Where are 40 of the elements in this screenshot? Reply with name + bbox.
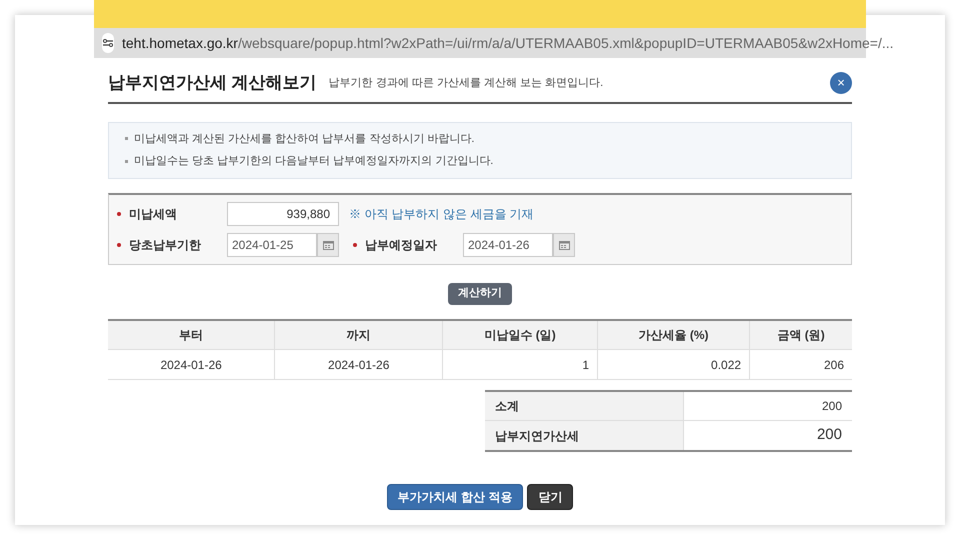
action-button[interactable]: 부가가치세 합산 적용: [386, 484, 524, 510]
site-info-icon[interactable]: [102, 33, 114, 53]
required-mark-icon: [117, 212, 121, 216]
bullet-icon: [125, 160, 128, 163]
url-text[interactable]: teht.hometax.go.kr/websquare/popup.html?w2xPath=/ui/rm/a/a/UTERMAAB05.xml&popupID=UTERMAAB05&w2xHome=/...: [122, 32, 894, 54]
column-header: 가산세율 (%): [598, 320, 750, 350]
popup-title: 납부지연가산세 계산해보기: [108, 72, 317, 94]
calculate-button[interactable]: 계산하기: [448, 282, 512, 304]
required-mark-icon: [117, 242, 121, 246]
summary-value: 200: [683, 421, 852, 450]
hint-text: ※ 아직 납부하지 않은 세금을 기재: [349, 206, 534, 222]
column-header: 부터: [108, 320, 275, 350]
close-button[interactable]: ×: [830, 72, 852, 94]
action-button[interactable]: 닫기: [527, 484, 574, 510]
summary-label: 소계: [485, 392, 683, 420]
field-label: 납부예정일자: [365, 236, 438, 254]
column-header: 미납일수 (일): [442, 320, 598, 350]
column-header: 금액 (원): [750, 320, 852, 350]
calendar-button[interactable]: [317, 232, 339, 256]
table-cell: 1: [442, 350, 598, 380]
notice-text: 미납일수는 당초 납부기한의 다음날부터 납부예정일자까지의 기간입니다.: [134, 154, 494, 169]
date-field[interactable]: 2024-01-25: [227, 232, 317, 256]
column-header: 까지: [274, 320, 443, 350]
bullet-icon: [125, 137, 128, 140]
table-cell: 206: [750, 350, 852, 380]
calendar-icon: [558, 240, 570, 250]
date-field[interactable]: 2024-01-26: [463, 232, 553, 256]
table-cell: 2024-01-26: [274, 350, 443, 380]
unpaid-amount-field[interactable]: 939,880: [227, 202, 339, 226]
calendar-button[interactable]: [553, 232, 575, 256]
table-cell: 0.022: [598, 350, 750, 380]
required-mark-icon: [353, 242, 357, 246]
notice-text: 미납세액과 계산된 가산세를 합산하여 납부서를 작성하시기 바랍니다.: [134, 132, 474, 146]
table-cell: 2024-01-26: [108, 350, 275, 380]
summary-label: 납부지연가산세: [485, 421, 683, 450]
popup-subtitle: 납부기한 경과에 따른 가산세를 계산해 보는 화면입니다.: [328, 76, 604, 90]
field-label: 미납세액: [129, 206, 178, 222]
field-label: 당초납부기한: [129, 236, 202, 254]
summary-value: 200: [683, 392, 852, 420]
calendar-icon: [322, 240, 334, 250]
